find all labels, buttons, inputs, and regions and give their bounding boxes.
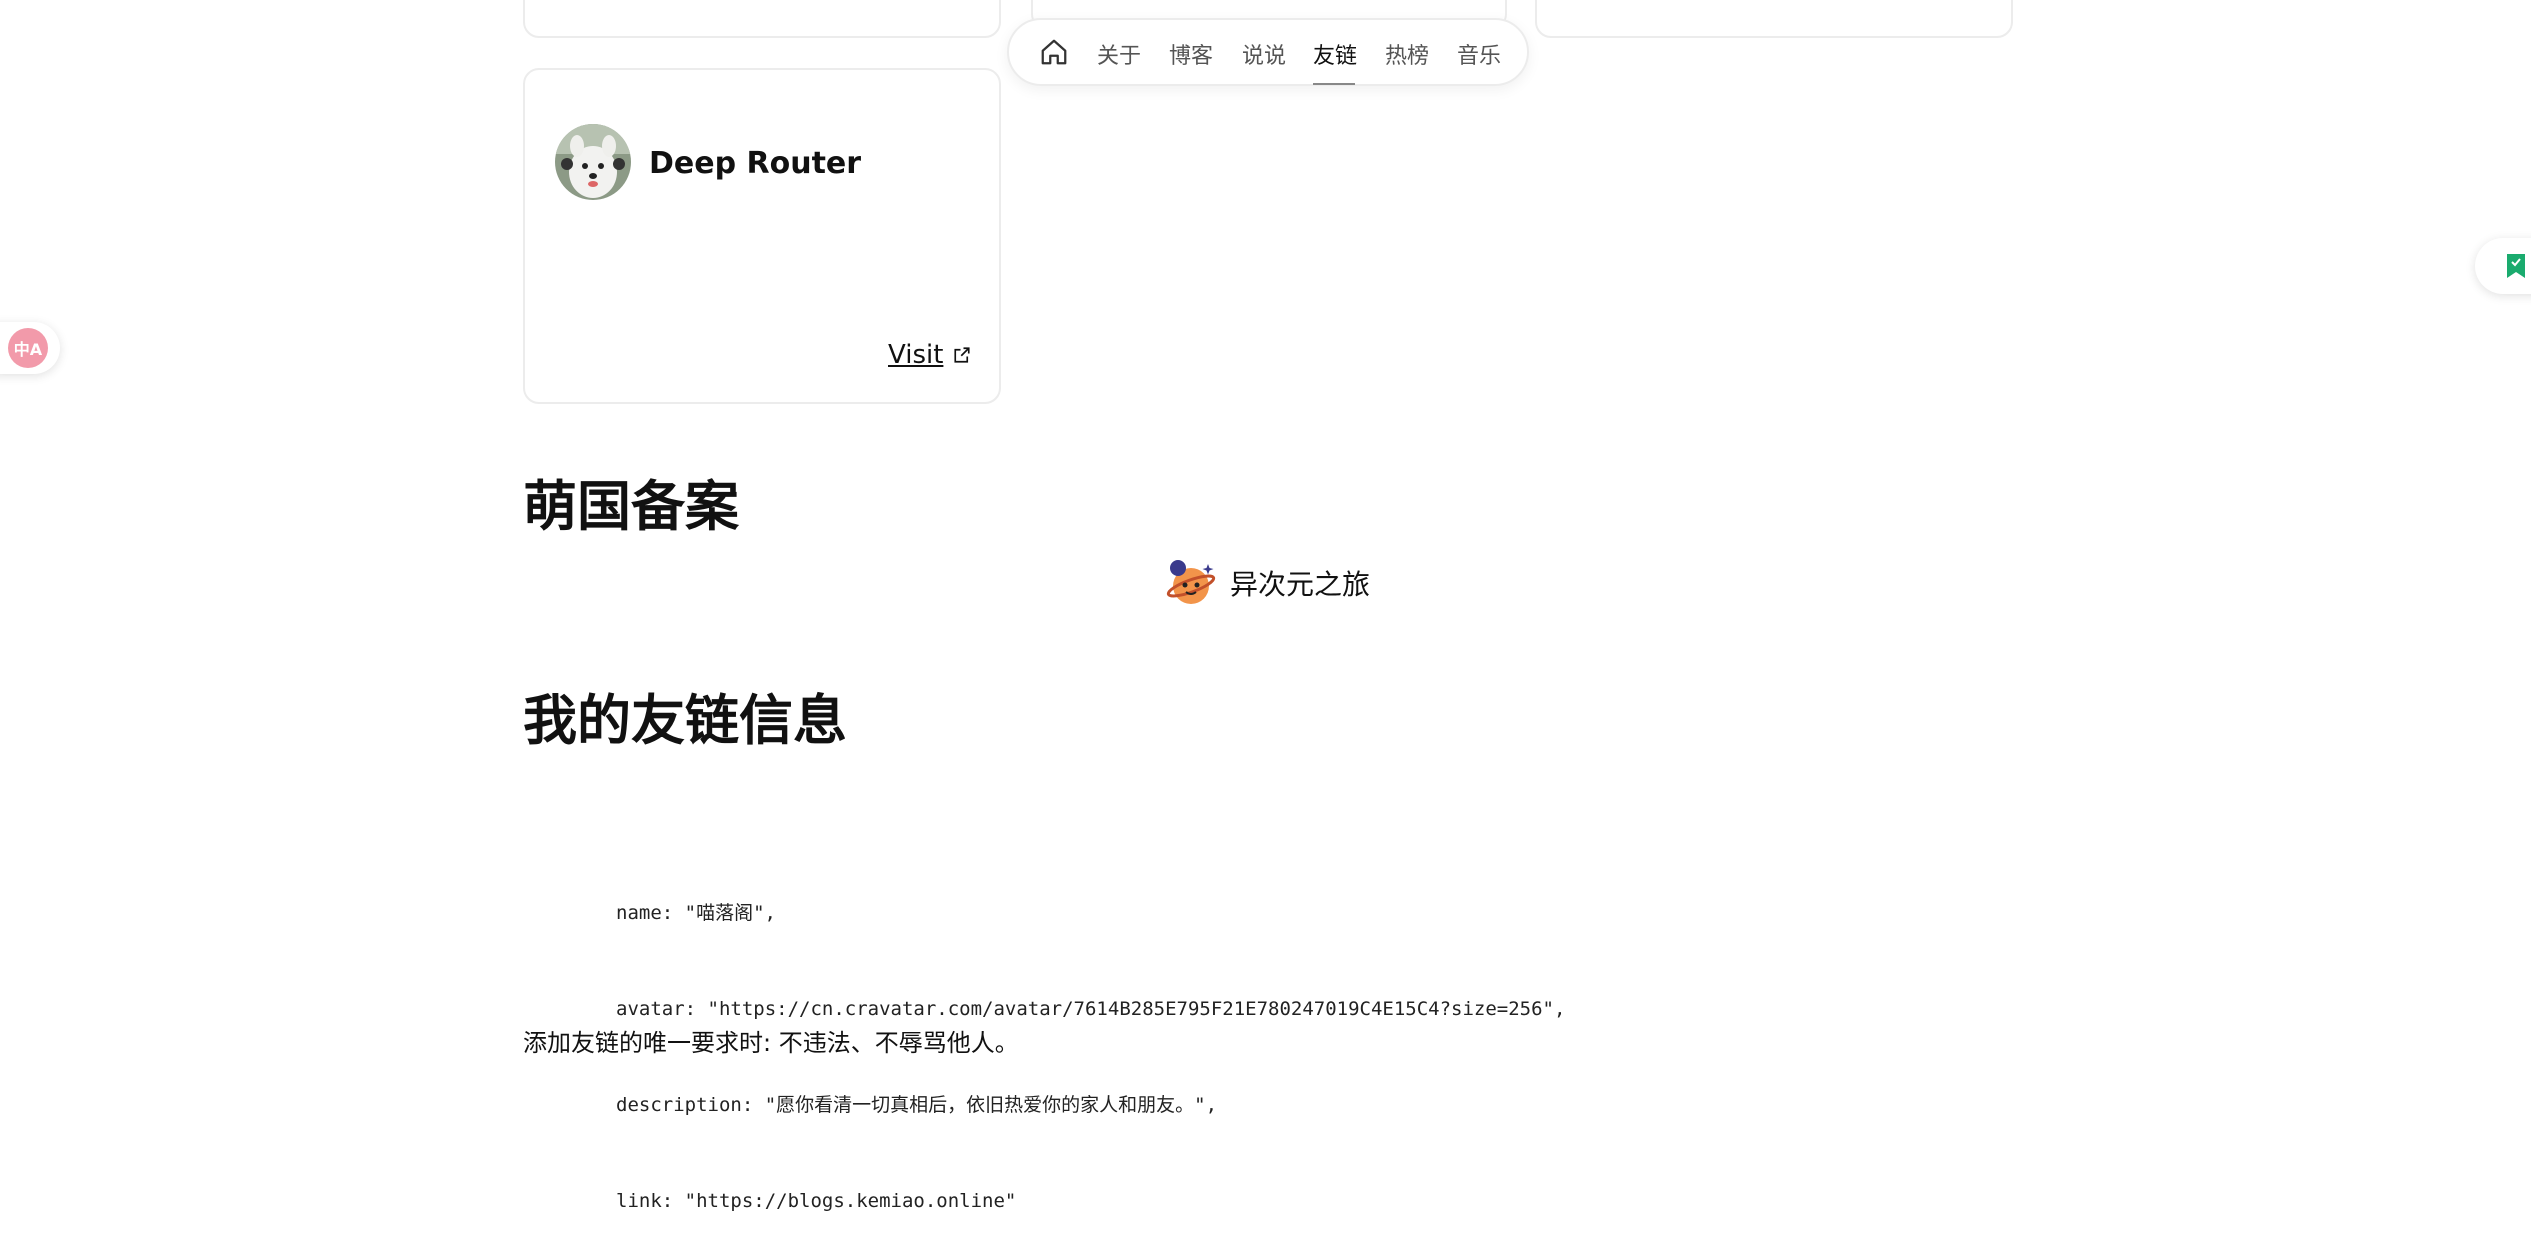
nav-active-indicator <box>1313 83 1355 85</box>
nav-item-music[interactable]: 音乐 <box>1457 38 1501 70</box>
friend-card: Deep Router Visit <box>523 68 1001 404</box>
friend-name: Deep Router <box>649 146 862 181</box>
visit-link[interactable]: Visit <box>888 340 971 370</box>
nav-item-moments[interactable]: 说说 <box>1242 38 1286 70</box>
nav-item-friends[interactable]: 友链 <box>1313 38 1357 70</box>
friend-avatar <box>555 124 631 200</box>
bookmark-icon <box>2507 254 2525 278</box>
code-line-name: name: "喵落阁", <box>616 902 776 924</box>
my-link-info-heading: 我的友链信息 <box>523 689 847 752</box>
nav-item-about[interactable]: 关于 <box>1097 38 1141 70</box>
code-line-avatar: avatar: "https://cn.cravatar.com/avatar/… <box>616 998 1566 1020</box>
code-line-link: link: "https://blogs.kemiao.online" <box>616 1190 1017 1212</box>
moe-badge[interactable]: 异次元之旅 <box>1166 558 1370 608</box>
nav-item-blog[interactable]: 博客 <box>1169 38 1213 70</box>
moe-registration-heading: 萌国备案 <box>523 475 739 538</box>
visit-label: Visit <box>888 340 944 370</box>
translate-button[interactable]: 中A <box>0 322 60 374</box>
bookmark-button[interactable] <box>2475 238 2531 294</box>
home-icon[interactable] <box>1039 37 1069 67</box>
nav-item-trending[interactable]: 热榜 <box>1385 38 1429 70</box>
friend-card-partial-right <box>1535 0 2013 38</box>
planet-mascot-icon <box>1166 560 1216 604</box>
friend-card-partial-left <box>523 0 1001 38</box>
translate-icon: 中A <box>8 328 48 368</box>
external-link-icon <box>954 347 970 363</box>
code-line-description: description: "愿你看清一切真相后，依旧热爱你的家人和朋友。", <box>616 1094 1218 1116</box>
moe-badge-text: 异次元之旅 <box>1230 568 1371 601</box>
link-requirement-note: 添加友链的唯一要求时: 不违法、不辱骂他人。 <box>523 1029 1019 1057</box>
top-navigation: 关于 博客 说说 友链 热榜 音乐 <box>1007 18 1529 86</box>
